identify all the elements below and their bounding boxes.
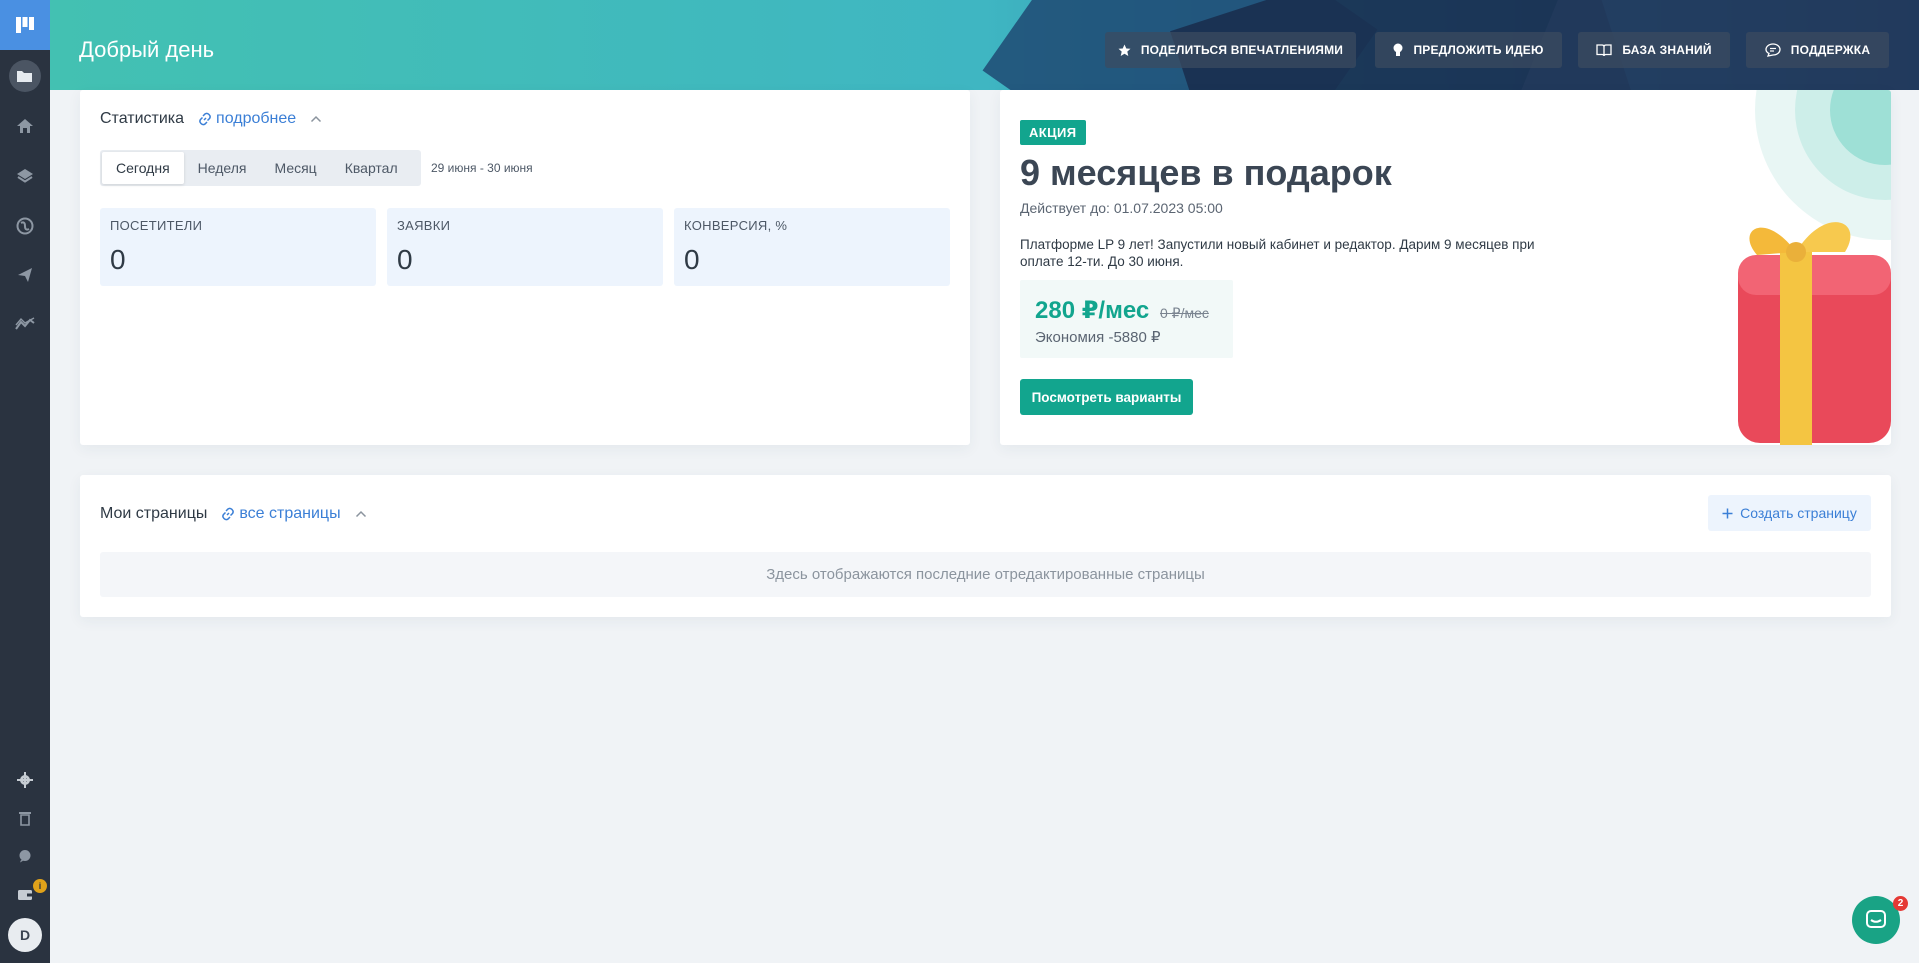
metric-leads: ЗАЯВКИ 0 [387,208,663,286]
sidebar-item-help[interactable] [0,838,50,874]
metric-visitors: ПОСЕТИТЕЛИ 0 [100,208,376,286]
tab-week[interactable]: Неделя [184,152,261,184]
share-feedback-label: ПОДЕЛИТЬСЯ ВПЕЧАТЛЕНИЯМИ [1140,43,1344,57]
price-current: 280 ₽/мес [1035,297,1150,324]
link-icon [222,507,235,521]
metric-value: 0 [684,244,700,275]
metric-value: 0 [110,244,126,275]
tab-month[interactable]: Месяц [261,152,331,184]
home-icon [17,119,33,133]
statistics-details-label: подробнее [216,110,297,127]
sidebar-item-trash[interactable] [0,800,50,836]
suggest-idea-label: ПРЕДЛОЖИТЬ ИДЕЮ [1413,43,1544,57]
plus-icon [1722,508,1733,518]
view-options-button[interactable]: Посмотреть варианты [1020,379,1193,415]
send-icon [18,268,32,282]
sidebar-item-analytics[interactable] [0,306,50,342]
all-pages-link[interactable]: все страницы [221,505,341,523]
metric-label: ЗАЯВКИ [397,218,451,233]
price-savings: Экономия -5880 ₽ [1035,329,1161,346]
lightbulb-icon [1393,43,1403,56]
period-tabs: Сегодня Неделя Месяц Квартал [100,150,421,186]
pages-empty-state: Здесь отображаются последние отредактиро… [100,552,1871,597]
metric-label: КОНВЕРСИЯ, % [684,218,788,233]
sidebar-item-domains[interactable] [0,208,50,244]
sidebar-item-mailing[interactable] [0,257,50,293]
book-icon [1596,43,1612,56]
share-feedback-button[interactable]: ПОДЕЛИТЬСЯ ВПЕЧАТЛЕНИЯМИ [1105,32,1356,68]
chevron-up-icon[interactable] [355,510,367,518]
statistics-header: Статистика подробнее [100,110,322,128]
all-pages-label: все страницы [239,505,341,522]
knowledge-base-label: БАЗА ЗНАНИЙ [1622,43,1712,57]
statistics-title: Статистика [100,110,185,127]
sidebar: i D [0,0,50,963]
knowledge-base-button[interactable]: БАЗА ЗНАНИЙ [1578,32,1730,68]
chat-unread-badge: 2 [1893,896,1908,911]
promo-card: АКЦИЯ 9 месяцев в подарок Действует до: … [1000,90,1891,445]
sidebar-item-layers[interactable] [0,158,50,194]
logo-icon [16,17,34,33]
tab-quarter[interactable]: Квартал [331,152,412,184]
my-pages-card: Мои страницы все страницы Создать страни… [80,475,1891,617]
billing-badge: i [33,879,47,893]
page-greeting: Добрый день [79,37,215,62]
link-icon [199,112,211,126]
logo[interactable] [0,0,50,50]
price-box: 280 ₽/мес 0 ₽/мес Экономия -5880 ₽ [1020,280,1233,358]
chat-widget-icon [1866,910,1886,928]
chat-icon [1765,43,1781,57]
metric-value: 0 [397,244,413,275]
sidebar-item-pages[interactable] [0,58,50,94]
globe-icon [16,217,34,235]
metric-label: ПОСЕТИТЕЛИ [110,218,203,233]
chevron-up-icon[interactable] [310,115,322,123]
promo-valid-until: Действует до: 01.07.2023 05:00 [1020,200,1223,216]
sidebar-item-billing[interactable]: i [0,876,50,912]
promo-description: Платформе LP 9 лет! Запустили новый каби… [1020,237,1535,269]
analytics-icon [15,317,35,330]
tab-today[interactable]: Сегодня [102,152,184,184]
trash-icon [19,812,31,826]
price-old: 0 ₽/мес [1160,305,1209,321]
statistics-card: Статистика подробнее Сегодня Неделя Меся… [80,90,970,445]
sidebar-item-settings[interactable] [0,762,50,798]
support-label: ПОДДЕРЖКА [1790,43,1871,57]
metric-conversion: КОНВЕРСИЯ, % 0 [674,208,950,286]
statistics-details-link[interactable]: подробнее [198,110,296,128]
gear-icon [17,772,33,788]
avatar[interactable]: D [8,918,42,952]
gift-icon [1738,222,1891,445]
promo-tag: АКЦИЯ [1020,120,1086,145]
my-pages-header: Мои страницы все страницы [100,505,367,523]
header-banner: Добрый день ПОДЕЛИТЬСЯ ВПЕЧАТЛЕНИЯМИ ПРЕ… [50,0,1919,90]
support-button[interactable]: ПОДДЕРЖКА [1746,32,1889,68]
create-page-label: Создать страницу [1740,505,1857,521]
my-pages-title: Мои страницы [100,505,208,522]
chat-bubble-icon [19,850,31,863]
promo-title: 9 месяцев в подарок [1020,152,1392,193]
layers-icon [17,169,33,183]
date-range: 29 июня - 30 июня [431,161,533,175]
wallet-icon [18,890,32,900]
suggest-idea-button[interactable]: ПРЕДЛОЖИТЬ ИДЕЮ [1375,32,1562,68]
sidebar-item-home[interactable] [0,108,50,144]
folder-icon [17,71,32,82]
create-page-button[interactable]: Создать страницу [1708,495,1871,531]
star-icon [1118,44,1131,56]
